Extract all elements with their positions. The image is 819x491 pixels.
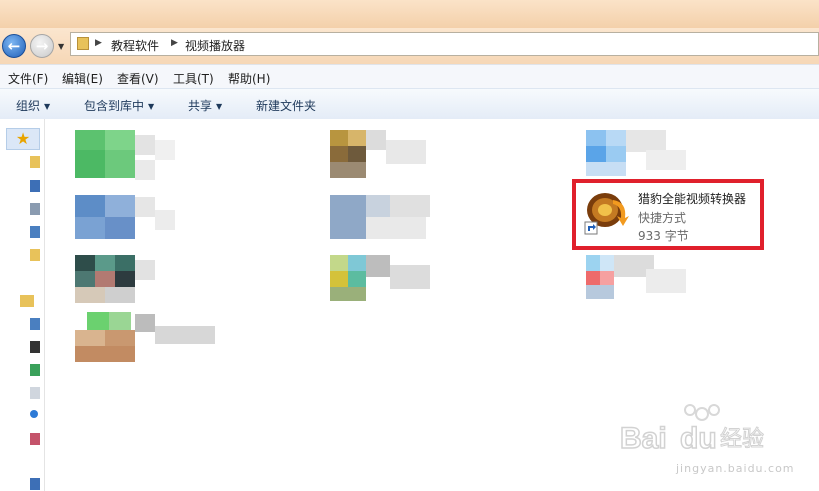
menu-edit[interactable]: 编辑(E)	[62, 70, 103, 87]
recent-pages-dropdown-icon[interactable]: ▼	[58, 42, 64, 51]
file-type: 快捷方式	[638, 211, 687, 225]
share-button[interactable]: 共享 ▼	[188, 97, 222, 114]
file-item-blurred[interactable]	[586, 255, 690, 319]
menu-file[interactable]: 文件(F)	[8, 70, 48, 87]
folder-icon[interactable]	[30, 156, 40, 168]
window-title-bar	[0, 0, 819, 30]
file-item-blurred[interactable]	[330, 130, 434, 194]
svg-text:经验: 经验	[720, 427, 764, 452]
network-icon[interactable]	[30, 203, 40, 215]
menu-help[interactable]: 帮助(H)	[228, 70, 270, 87]
video-library-icon[interactable]	[30, 318, 40, 330]
folder-icon	[77, 37, 89, 50]
libraries-icon[interactable]	[20, 295, 34, 307]
breadcrumb-separator-icon[interactable]: ▶	[95, 38, 102, 48]
folder-icon[interactable]	[30, 249, 40, 261]
menu-bar: 文件(F) 编辑(E) 查看(V) 工具(T) 帮助(H)	[0, 64, 819, 89]
chevron-down-icon: ▼	[148, 102, 155, 111]
svg-text:Bai: Bai	[620, 422, 667, 455]
svg-text:du: du	[680, 422, 717, 455]
music-icon[interactable]	[30, 410, 38, 418]
forward-button[interactable]: →	[30, 34, 54, 58]
chevron-down-icon: ▼	[216, 102, 223, 111]
address-bar[interactable]: ▶ 教程软件 ▶ 视频播放器	[70, 32, 819, 56]
include-in-library-button[interactable]: 包含到库中 ▼	[84, 97, 154, 114]
computer-icon[interactable]	[30, 478, 40, 490]
film-icon[interactable]	[30, 341, 40, 353]
command-bar: 组织 ▼ 包含到库中 ▼ 共享 ▼ 新建文件夹	[0, 88, 819, 120]
organize-button[interactable]: 组织 ▼	[16, 97, 50, 114]
chevron-down-icon: ▼	[44, 102, 51, 111]
homegroup-icon[interactable]	[30, 433, 40, 445]
forward-arrow-icon: →	[35, 37, 49, 55]
breadcrumb-item[interactable]: 视频播放器	[185, 37, 245, 54]
watermark-url: jingyan.baidu.com	[676, 462, 795, 475]
menu-tools[interactable]: 工具(T)	[173, 70, 214, 87]
back-button[interactable]: ←	[2, 34, 26, 58]
menu-view[interactable]: 查看(V)	[117, 70, 159, 87]
desktop-icon[interactable]	[30, 180, 40, 192]
breadcrumb-item[interactable]: 教程软件	[111, 37, 159, 54]
file-item-blurred[interactable]	[75, 130, 179, 194]
video-converter-icon[interactable]	[583, 186, 633, 236]
new-folder-button[interactable]: 新建文件夹	[256, 97, 316, 114]
video-library-icon[interactable]	[30, 226, 40, 238]
file-item-blurred[interactable]	[330, 255, 434, 319]
back-arrow-icon: ←	[7, 37, 21, 55]
pictures-icon[interactable]	[30, 364, 40, 376]
file-item-blurred[interactable]	[75, 195, 179, 259]
file-size: 933 字节	[638, 229, 689, 243]
file-name[interactable]: 猎豹全能视频转换器	[638, 190, 746, 207]
documents-icon[interactable]	[30, 387, 40, 399]
favorites-star-icon[interactable]: ★	[6, 128, 40, 150]
file-item-blurred[interactable]	[75, 255, 179, 319]
file-item-blurred[interactable]	[75, 312, 215, 376]
file-item-blurred[interactable]	[330, 195, 434, 259]
breadcrumb-separator-icon[interactable]: ▶	[171, 38, 178, 48]
